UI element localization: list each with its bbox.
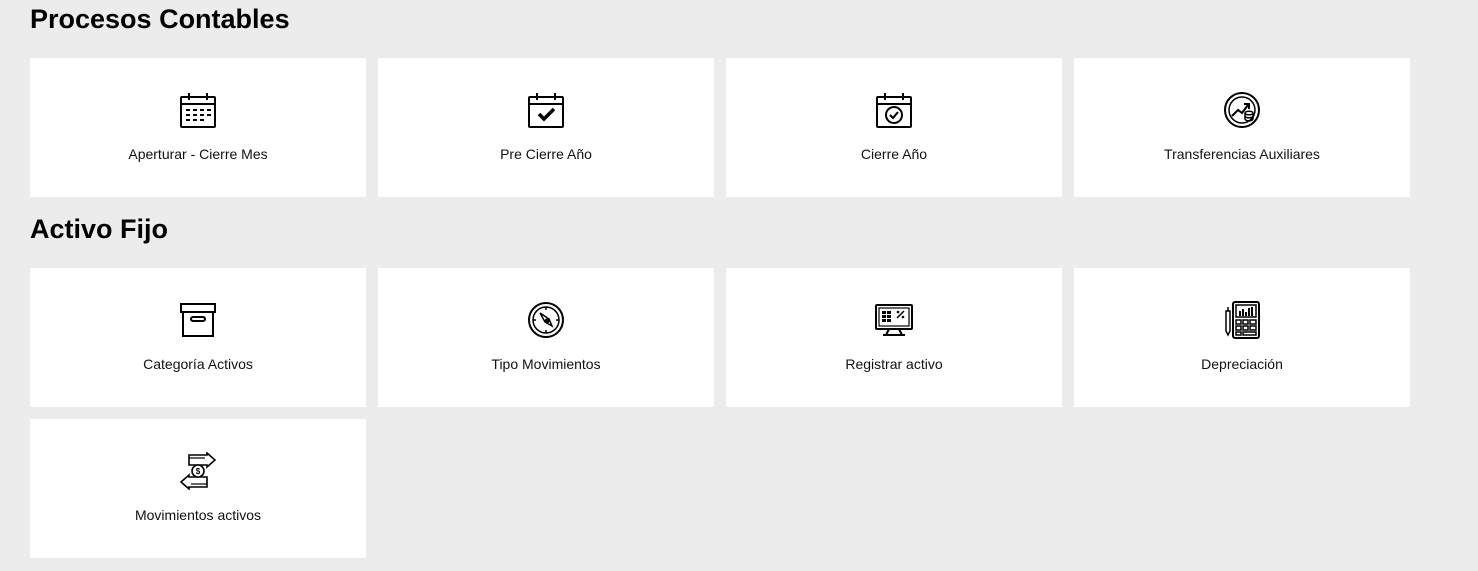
card-depreciacion[interactable]: Depreciación xyxy=(1074,268,1410,407)
card-label: Movimientos activos xyxy=(134,507,262,523)
card-label: Depreciación xyxy=(1201,356,1283,372)
card-label: Registrar activo xyxy=(845,356,943,372)
computer-calculator-icon xyxy=(875,301,913,339)
card-transferencias-auxiliares[interactable]: Transferencias Auxiliares xyxy=(1074,58,1410,197)
card-label: Pre Cierre Año xyxy=(500,146,592,162)
page: Procesos Contables Aperturar - Cierre Me… xyxy=(0,0,1478,571)
compass-icon xyxy=(527,301,565,339)
calendar-check-icon xyxy=(527,91,565,129)
calculator-chart-icon xyxy=(1223,301,1261,339)
card-label: Aperturar - Cierre Mes xyxy=(128,146,268,162)
card-categoria-activos[interactable]: Categoría Activos xyxy=(30,268,366,407)
transfer-coins-icon xyxy=(1223,91,1261,129)
card-cierre-ano[interactable]: Cierre Año xyxy=(726,58,1062,197)
card-label: Cierre Año xyxy=(860,146,928,162)
calendar-grid-icon xyxy=(179,91,217,129)
card-pre-cierre-ano[interactable]: Pre Cierre Año xyxy=(378,58,714,197)
calendar-check-circle-icon xyxy=(875,91,913,129)
card-label: Categoría Activos xyxy=(143,356,253,372)
money-exchange-icon: $ xyxy=(179,452,217,490)
card-aperturar-cierre-mes[interactable]: Aperturar - Cierre Mes xyxy=(30,58,366,197)
card-tipo-movimientos[interactable]: Tipo Movimientos xyxy=(378,268,714,407)
card-movimientos-activos[interactable]: $ Movimientos activos xyxy=(30,419,366,558)
section-title-activo-fijo: Activo Fijo xyxy=(30,214,169,244)
archive-box-icon xyxy=(179,301,217,339)
card-label: Tipo Movimientos xyxy=(491,356,601,372)
card-registrar-activo[interactable]: Registrar activo xyxy=(726,268,1062,407)
card-label: Transferencias Auxiliares xyxy=(1164,146,1320,162)
section-title-procesos-contables: Procesos Contables xyxy=(30,4,290,34)
svg-text:$: $ xyxy=(196,467,201,476)
